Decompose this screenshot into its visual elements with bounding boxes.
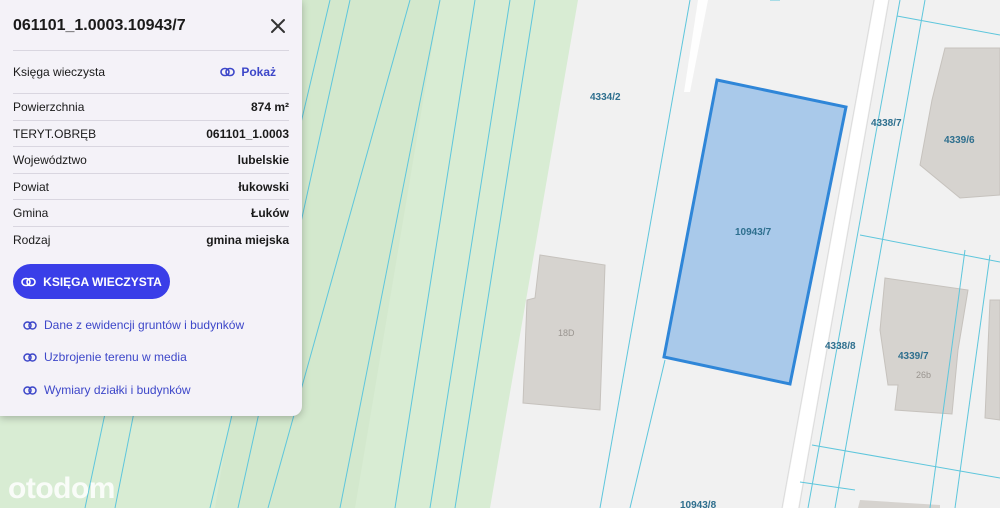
building-label: 26b	[916, 370, 931, 380]
link-utilities[interactable]: Uzbrojenie terenu w media	[23, 347, 187, 367]
link-land-records[interactable]: Dane z ewidencji gruntów i budynków	[23, 315, 244, 335]
row-value: 874 m²	[250, 100, 289, 114]
row-label: Rodzaj	[13, 233, 51, 247]
parcel-label: 4338/7	[871, 118, 902, 129]
info-row-commune: Gmina Łuków	[13, 200, 289, 226]
watermark-otodom: otodom	[8, 472, 115, 505]
kw-label: Księga wieczysta	[13, 65, 106, 79]
panel-header: 061101_1.0003.10943/7	[13, 14, 290, 40]
row-value: Łuków	[251, 206, 289, 220]
row-label: TERYT.OBRĘB	[13, 127, 97, 141]
close-button[interactable]	[266, 14, 290, 38]
info-row-county: Powiat łukowski	[13, 174, 289, 200]
link-icon	[23, 352, 37, 362]
row-value: gmina miejska	[206, 233, 289, 247]
row-label: Województwo	[13, 153, 87, 167]
divider	[13, 50, 289, 51]
link-icon	[21, 277, 36, 287]
link-dimensions[interactable]: Wymiary działki i budynków	[23, 380, 191, 400]
kw-show-link[interactable]: Pokaż	[220, 65, 276, 79]
building-label: 18D	[558, 328, 575, 338]
parcel-label: 4338/8	[825, 341, 856, 352]
land-register-button-label: KSIĘGA WIECZYSTA	[43, 274, 162, 289]
land-register-button[interactable]: KSIĘGA WIECZYSTA	[13, 264, 170, 299]
row-label: Powierzchnia	[13, 100, 85, 114]
parcel-label: 10943/8	[680, 500, 717, 508]
info-row-teryt: TERYT.OBRĘB 061101_1.0003	[13, 121, 289, 147]
link-icon	[220, 67, 236, 77]
close-icon	[271, 19, 285, 33]
info-row-area: Powierzchnia 874 m²	[13, 94, 289, 120]
row-value: 061101_1.0003	[206, 127, 289, 141]
info-row-type: Rodzaj gmina miejska	[13, 227, 289, 253]
parcel-info-panel: 061101_1.0003.10943/7 Księga wieczysta P…	[0, 0, 302, 416]
kw-row: Księga wieczysta Pokaż	[13, 59, 289, 85]
link-label: Uzbrojenie terenu w media	[44, 350, 187, 364]
row-value: łukowski	[238, 180, 289, 194]
parcel-label: 4334/2	[590, 92, 621, 103]
link-label: Wymiary działki i budynków	[44, 383, 191, 397]
row-value: lubelskie	[237, 153, 289, 167]
parcel-label: 4339/7	[898, 351, 929, 362]
link-icon	[23, 385, 37, 395]
info-row-voivodeship: Województwo lubelskie	[13, 147, 289, 173]
panel-title: 061101_1.0003.10943/7	[13, 17, 186, 34]
kw-show-label: Pokaż	[241, 65, 276, 79]
parcel-label: 4339/6	[944, 135, 975, 146]
parcel-label: 10943/7	[735, 227, 772, 238]
row-label: Gmina	[13, 206, 49, 220]
link-icon	[23, 320, 37, 330]
link-label: Dane z ewidencji gruntów i budynków	[44, 318, 245, 332]
row-label: Powiat	[13, 180, 50, 194]
